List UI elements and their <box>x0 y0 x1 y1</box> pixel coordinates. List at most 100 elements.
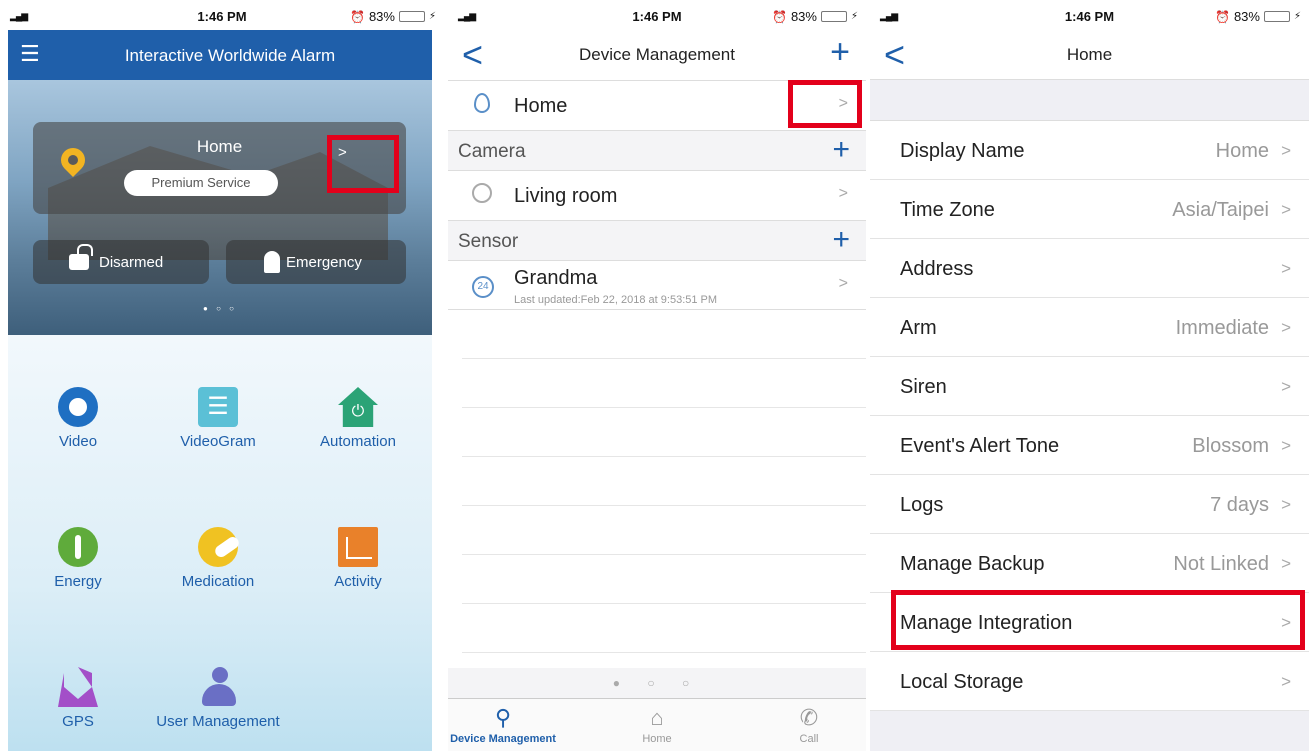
automation-icon <box>338 387 378 427</box>
status-bar: ▂▄▆ 1:46 PM ⏰ 83% ⚡ <box>870 0 1309 30</box>
banner-page-indicator: ● ○ ○ <box>203 304 237 313</box>
tile-medication[interactable]: Medication <box>148 527 288 590</box>
activity-icon <box>338 527 378 567</box>
last-updated-text: Last updated:Feb 22, 2018 at 9:53:51 PM <box>514 294 718 306</box>
empty-row <box>462 555 866 604</box>
user-management-icon <box>198 667 238 707</box>
setting-value: Blossom <box>1192 435 1269 457</box>
device-name: Living room <box>514 185 618 207</box>
tab-call[interactable]: ✆ Call <box>744 705 866 745</box>
charging-icon: ⚡ <box>428 11 436 22</box>
setting-label: Address <box>900 258 974 280</box>
section-camera: Camera + <box>448 130 866 170</box>
app-title: Interactive Worldwide Alarm <box>124 46 336 65</box>
premium-service-badge[interactable]: Premium Service <box>124 170 278 196</box>
device-row-living-room[interactable]: Living room > <box>448 170 866 220</box>
setting-address[interactable]: Address > <box>870 239 1309 298</box>
setting-label: Display Name <box>900 140 1025 162</box>
alarm-clock-icon: ⏰ <box>771 9 787 24</box>
location-pin-icon <box>474 93 490 113</box>
disarmed-button[interactable]: Disarmed <box>33 240 209 284</box>
chevron-right-icon: > <box>1281 200 1291 219</box>
charging-icon: ⚡ <box>1293 11 1301 22</box>
chevron-right-icon: > <box>1281 318 1291 337</box>
tile-label: Medication <box>181 573 255 590</box>
setting-value: Immediate <box>1175 317 1269 339</box>
camera-icon <box>472 183 492 203</box>
setting-value: Asia/Taipei <box>1172 199 1269 221</box>
device-row-grandma[interactable]: 24 Grandma Last updated:Feb 22, 2018 at … <box>448 260 866 310</box>
device-list: Home > Camera + Living room > Sensor + 2… <box>448 80 866 653</box>
battery-icon <box>820 11 847 22</box>
highlight-box-manage-integration <box>891 590 1305 650</box>
empty-row <box>462 506 866 555</box>
add-camera-button[interactable]: + <box>832 133 850 167</box>
tile-energy[interactable]: Energy <box>8 527 148 590</box>
setting-local-storage[interactable]: Local Storage > <box>870 652 1309 711</box>
tile-automation[interactable]: Automation <box>288 387 428 450</box>
setting-label: Siren <box>900 376 947 398</box>
tile-activity[interactable]: Activity <box>288 527 428 590</box>
add-location-button[interactable]: + <box>830 34 850 70</box>
add-sensor-button[interactable]: + <box>832 223 850 257</box>
tab-device-management[interactable]: ⚲ Device Management <box>448 705 568 745</box>
videogram-icon <box>198 387 238 427</box>
device-name: Grandma <box>514 267 598 289</box>
empty-row <box>462 310 866 359</box>
alarm-clock-icon: ⏰ <box>1214 9 1230 24</box>
tile-label: GPS <box>62 713 94 730</box>
setting-display-name[interactable]: Display Name Home > <box>870 121 1309 180</box>
medication-icon <box>198 527 238 567</box>
location-name: Home <box>514 95 568 117</box>
setting-logs[interactable]: Logs 7 days > <box>870 475 1309 534</box>
setting-alert-tone[interactable]: Event's Alert Tone Blossom > <box>870 416 1309 475</box>
battery-percent: 83% <box>368 9 395 24</box>
video-icon <box>58 387 98 427</box>
unlock-icon <box>69 244 93 270</box>
chevron-right-icon: > <box>838 275 848 292</box>
battery-icon <box>1263 11 1290 22</box>
setting-manage-backup[interactable]: Manage Backup Not Linked > <box>870 534 1309 593</box>
setting-time-zone[interactable]: Time Zone Asia/Taipei > <box>870 180 1309 239</box>
tab-home[interactable]: ⌂ Home <box>592 705 722 745</box>
chevron-right-icon: > <box>1281 554 1291 573</box>
setting-arm[interactable]: Arm Immediate > <box>870 298 1309 357</box>
empty-row <box>462 359 866 408</box>
emergency-button[interactable]: Emergency <box>226 240 406 284</box>
siren-icon <box>264 251 280 273</box>
device-management-screen: ▂▄▆ 1:46 PM ⏰ 83% ⚡ < Device Management … <box>448 0 866 751</box>
setting-value: Home <box>1215 140 1269 162</box>
status-bar: ▂▄▆ 1:46 PM ⏰ 83% ⚡ <box>448 0 866 30</box>
chevron-right-icon: > <box>1281 436 1291 455</box>
page-title: Device Management <box>579 45 735 64</box>
setting-label: Manage Backup <box>900 553 1045 575</box>
tile-label: VideoGram <box>180 433 256 450</box>
sensor-24h-icon: 24 <box>472 276 494 298</box>
tile-video[interactable]: Video <box>8 387 148 450</box>
tab-label: Call <box>799 733 819 745</box>
chevron-right-icon: > <box>1281 259 1291 278</box>
tab-label: Home <box>642 733 672 745</box>
tile-label: Energy <box>54 573 102 590</box>
tile-gps[interactable]: GPS <box>8 667 148 730</box>
empty-row <box>462 604 866 653</box>
setting-value: Not Linked <box>1173 553 1269 575</box>
setting-siren[interactable]: Siren > <box>870 357 1309 416</box>
feature-grid: Video VideoGram Automation Energy Medica… <box>8 335 432 751</box>
section-title-sensor: Sensor <box>458 231 519 252</box>
tile-videogram[interactable]: VideoGram <box>148 387 288 450</box>
page-title: Home <box>1066 45 1113 64</box>
disarmed-label: Disarmed <box>99 253 164 271</box>
tile-label: Automation <box>320 433 396 450</box>
chevron-right-icon: > <box>838 185 848 202</box>
setting-label: Local Storage <box>900 671 1024 693</box>
setting-label: Logs <box>900 494 944 516</box>
empty-row <box>462 408 866 457</box>
charging-icon: ⚡ <box>850 11 858 22</box>
setting-label: Time Zone <box>900 199 995 221</box>
setting-label: Arm <box>900 317 937 339</box>
tile-label: User Management <box>156 713 280 730</box>
alarm-home-screen: ▂▄▆ 1:46 PM ⏰ 83% ⚡ ☰ Interactive Worldw… <box>0 0 444 751</box>
tile-user-management[interactable]: User Management <box>148 667 288 730</box>
battery-icon <box>398 11 425 22</box>
